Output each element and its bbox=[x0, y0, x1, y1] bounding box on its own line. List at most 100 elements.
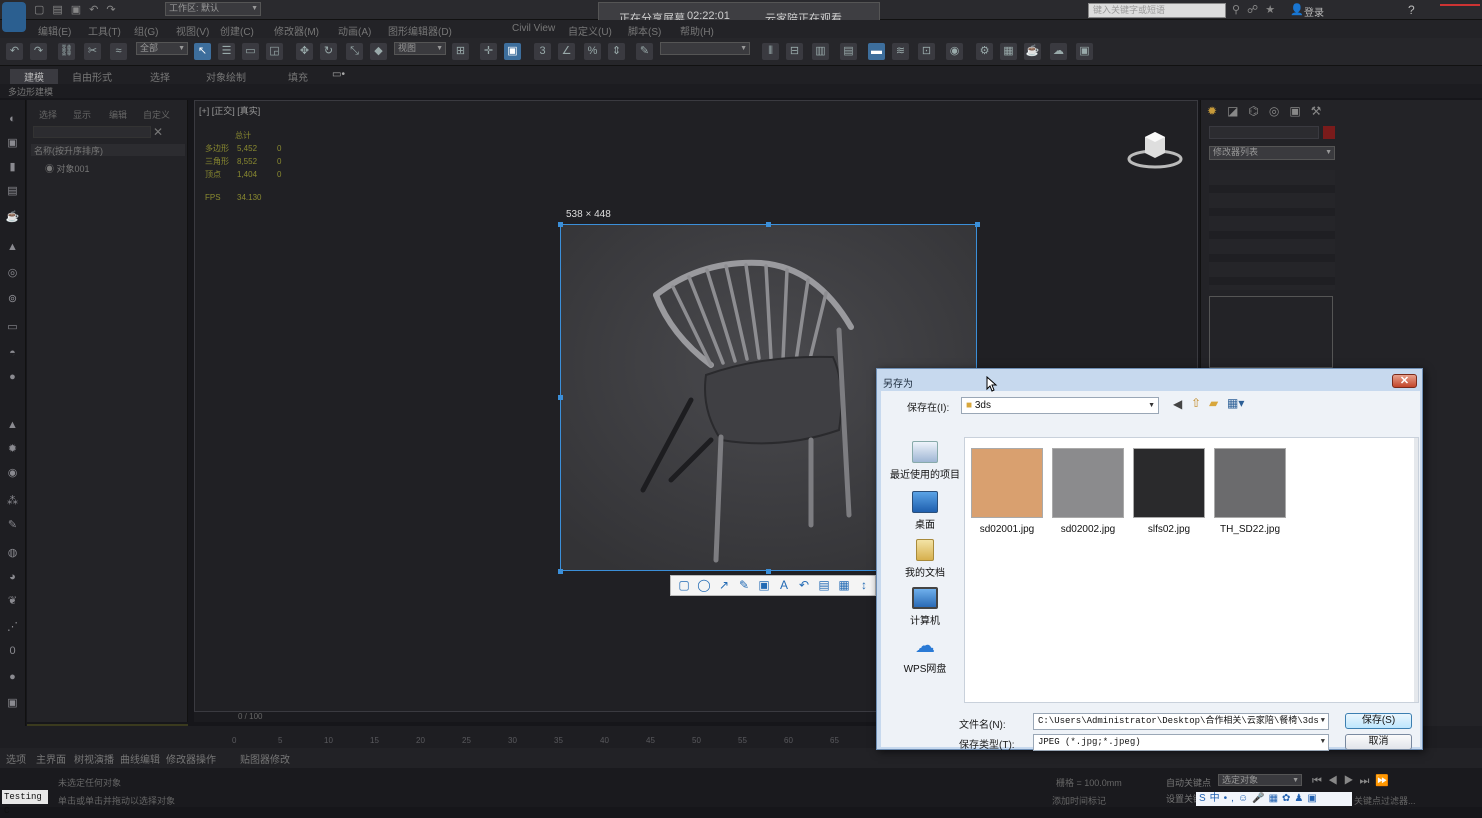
status-tab[interactable]: 选项 bbox=[6, 751, 26, 766]
torus-icon[interactable]: ◎ bbox=[4, 266, 21, 280]
capture-handle[interactable] bbox=[558, 222, 563, 227]
spinner-snap-icon[interactable]: ⇕ bbox=[608, 43, 625, 60]
menu-item-create[interactable]: 创建(C) bbox=[220, 23, 254, 38]
pin-capture-icon[interactable]: ▦ bbox=[836, 578, 852, 593]
snap-toggle-icon[interactable]: 3 bbox=[534, 43, 551, 60]
pivot-center-icon[interactable]: ⊞ bbox=[452, 43, 469, 60]
edit-named-selection-icon[interactable]: ✎ bbox=[636, 43, 653, 60]
redo-icon[interactable]: ↷ bbox=[30, 43, 47, 60]
create-sphere-icon[interactable]: ◐ bbox=[4, 112, 21, 126]
menu-item-group[interactable]: 组(G) bbox=[134, 23, 158, 38]
link-icon[interactable]: ⛓ bbox=[58, 43, 75, 60]
window-crossing-icon[interactable]: ◲ bbox=[266, 43, 283, 60]
search-input[interactable]: 键入关键字或短语 bbox=[1088, 3, 1226, 18]
keyboard-shortcut-icon[interactable]: ▣ bbox=[504, 43, 521, 60]
file-list[interactable]: sd02001.jpg sd02002.jpg slfs02.jpg TH_SD… bbox=[964, 437, 1419, 703]
ribbon-tab-object-paint[interactable]: 对象绘制 bbox=[206, 69, 246, 84]
reference-coord-select[interactable]: 视图 bbox=[394, 42, 446, 55]
filetype-select[interactable]: JPEG (*.jpg;*.jpeg) ▼ bbox=[1033, 734, 1329, 751]
workspace-select[interactable]: 工作区: 默认 bbox=[165, 2, 261, 16]
menu-item-civil-view[interactable]: Civil View bbox=[512, 23, 555, 34]
status-tab[interactable]: 主界面 bbox=[36, 751, 66, 766]
undo-capture-icon[interactable]: ↶ bbox=[796, 578, 812, 593]
angle-snap-icon[interactable]: ∠ bbox=[558, 43, 575, 60]
help-icon[interactable]: ? bbox=[1408, 3, 1415, 17]
ribbon-tab-populate[interactable]: 填充 bbox=[288, 69, 308, 84]
scrollbar[interactable] bbox=[1414, 438, 1418, 702]
menu-item-help[interactable]: 帮助(H) bbox=[680, 23, 714, 38]
file-thumbnail[interactable] bbox=[1214, 448, 1286, 518]
status-tab[interactable]: 曲线编辑 bbox=[120, 751, 160, 766]
hemisphere-icon[interactable]: ◓ bbox=[4, 346, 21, 360]
box-2-icon[interactable]: ▣ bbox=[4, 696, 21, 710]
move-icon[interactable]: ✥ bbox=[296, 43, 313, 60]
place-icon[interactable]: ◆ bbox=[370, 43, 387, 60]
camera-icon[interactable]: ◍ bbox=[4, 546, 21, 560]
file-name[interactable]: slfs02.jpg bbox=[1129, 524, 1209, 535]
plant-icon[interactable]: ❦ bbox=[4, 594, 21, 608]
playback-controls[interactable]: ⏮◀▶⏭⏩ bbox=[1312, 774, 1395, 788]
file-thumbnail[interactable] bbox=[1133, 448, 1205, 518]
paint-icon[interactable]: ✎ bbox=[4, 518, 21, 532]
modifier-stack[interactable] bbox=[1209, 296, 1333, 368]
teapot-icon[interactable]: ☕ bbox=[4, 210, 21, 224]
object-color-swatch[interactable] bbox=[1323, 126, 1335, 139]
explorer-tab-display[interactable]: 显示 bbox=[73, 108, 91, 121]
capture-handle[interactable] bbox=[558, 569, 563, 574]
ellipse-tool-icon[interactable]: ◯ bbox=[696, 578, 712, 593]
scale-icon[interactable]: ⤡ bbox=[346, 43, 363, 60]
selection-mode-select[interactable]: 选定对象 bbox=[1218, 774, 1302, 786]
scene-explorer-icon[interactable]: ▤ bbox=[840, 43, 857, 60]
menu-item-edit[interactable]: 编辑(E) bbox=[38, 23, 71, 38]
explorer-tab-select[interactable]: 选择 bbox=[39, 108, 57, 121]
place-desktop[interactable]: 桌面 bbox=[887, 491, 963, 531]
ribbon-tab-selection[interactable]: 选择 bbox=[150, 69, 170, 84]
clear-icon[interactable]: ✕ bbox=[153, 125, 163, 139]
save-button[interactable]: 保存(S) bbox=[1345, 713, 1412, 729]
select-by-name-icon[interactable]: ☰ bbox=[218, 43, 235, 60]
named-selection-select[interactable] bbox=[660, 42, 750, 55]
explorer-sort-header[interactable]: 名称(按升序排序) bbox=[31, 144, 185, 156]
align-icon[interactable]: ⊟ bbox=[786, 43, 803, 60]
ribbon-expand-icon[interactable]: ▭• bbox=[332, 69, 345, 80]
explorer-object-item[interactable]: ◉ 对象001 bbox=[45, 162, 90, 175]
place-computer[interactable]: 计算机 bbox=[887, 587, 963, 627]
more-capture-icon[interactable]: ↕ bbox=[856, 578, 872, 593]
globe-icon[interactable]: ◕ bbox=[4, 570, 21, 584]
status-tab[interactable]: 树视演播 bbox=[74, 751, 114, 766]
geosphere-icon[interactable]: ◉ bbox=[4, 466, 21, 480]
back-icon[interactable]: ◀ bbox=[1173, 397, 1182, 411]
box-icon[interactable]: ▣ bbox=[4, 136, 21, 150]
mosaic-tool-icon[interactable]: ▣ bbox=[756, 578, 772, 593]
save-in-select[interactable]: ■ 3ds ▼ bbox=[961, 397, 1159, 414]
pyramid-icon[interactable]: ▲ bbox=[4, 418, 21, 432]
plane-icon[interactable]: ▤ bbox=[4, 184, 21, 198]
object-name-field[interactable] bbox=[1209, 126, 1319, 139]
zero-icon[interactable]: 0 bbox=[4, 644, 21, 658]
render-icon[interactable]: ☕ bbox=[1024, 43, 1041, 60]
eye-icon[interactable]: ◉ bbox=[45, 164, 54, 174]
status-tab[interactable]: 修改器操作 bbox=[166, 751, 216, 766]
rendered-frame-icon[interactable]: ▦ bbox=[1000, 43, 1017, 60]
status-tab[interactable]: 贴图器修改 bbox=[240, 751, 290, 766]
up-folder-icon[interactable]: ⇧ bbox=[1191, 396, 1201, 410]
new-folder-icon[interactable]: ▰ bbox=[1209, 396, 1218, 410]
schematic-view-icon[interactable]: ⊡ bbox=[918, 43, 935, 60]
place-recent[interactable]: 最近使用的项目 bbox=[887, 441, 963, 481]
mirror-icon[interactable]: ⫴ bbox=[762, 43, 779, 60]
viewcube-icon[interactable] bbox=[1127, 129, 1183, 169]
capture-handle[interactable] bbox=[766, 569, 771, 574]
undo-icon[interactable]: ↶ bbox=[6, 43, 23, 60]
file-name[interactable]: sd02001.jpg bbox=[967, 524, 1047, 535]
select-object-icon[interactable]: ↖ bbox=[194, 43, 211, 60]
menu-item-views[interactable]: 视图(V) bbox=[176, 23, 209, 38]
viewport-label[interactable]: [+] [正交] [真实] bbox=[199, 104, 260, 117]
place-wps-cloud[interactable]: ☁ WPS网盘 bbox=[887, 635, 963, 675]
save-capture-icon[interactable]: ▤ bbox=[816, 578, 832, 593]
shapes-icon[interactable]: ⋰ bbox=[4, 620, 21, 634]
file-thumbnail[interactable] bbox=[1052, 448, 1124, 518]
menu-item-tools[interactable]: 工具(T) bbox=[88, 23, 121, 38]
render-iterative-icon[interactable]: ☁ bbox=[1050, 43, 1067, 60]
manipulate-icon[interactable]: ✛ bbox=[480, 43, 497, 60]
panel-tab-icons[interactable]: ✹◪⌬◎▣⚒ bbox=[1207, 104, 1331, 118]
